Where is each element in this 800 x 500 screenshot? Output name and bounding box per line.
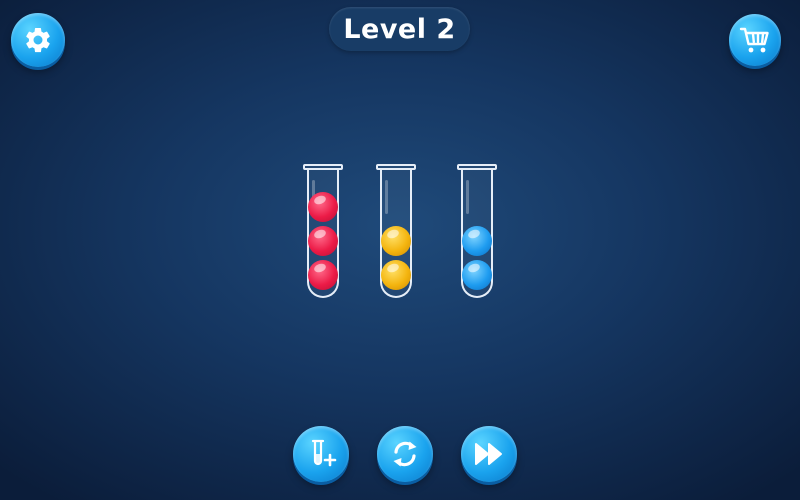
tube-3[interactable] [457, 164, 497, 300]
tube-shine [385, 180, 388, 214]
skip-level-button[interactable] [461, 426, 517, 482]
level-label: Level 2 [343, 13, 456, 45]
gear-icon [23, 25, 53, 55]
level-indicator: Level 2 [329, 7, 470, 51]
ball-red [308, 260, 338, 290]
tube-shine [466, 180, 469, 214]
restart-icon [389, 438, 421, 470]
ball-red [308, 226, 338, 256]
add-tube-icon [304, 437, 338, 471]
add-tube-button[interactable] [293, 426, 349, 482]
shop-button[interactable] [729, 14, 781, 66]
restart-button[interactable] [377, 426, 433, 482]
fast-forward-icon [473, 441, 505, 467]
settings-button[interactable] [11, 13, 65, 67]
ball-blue [462, 260, 492, 290]
ball-red [308, 192, 338, 222]
ball-blue [462, 226, 492, 256]
ball-yellow [381, 226, 411, 256]
ball-yellow [381, 260, 411, 290]
shopping-cart-icon [739, 25, 771, 55]
tube-1[interactable] [303, 164, 343, 300]
tube-2[interactable] [376, 164, 416, 300]
